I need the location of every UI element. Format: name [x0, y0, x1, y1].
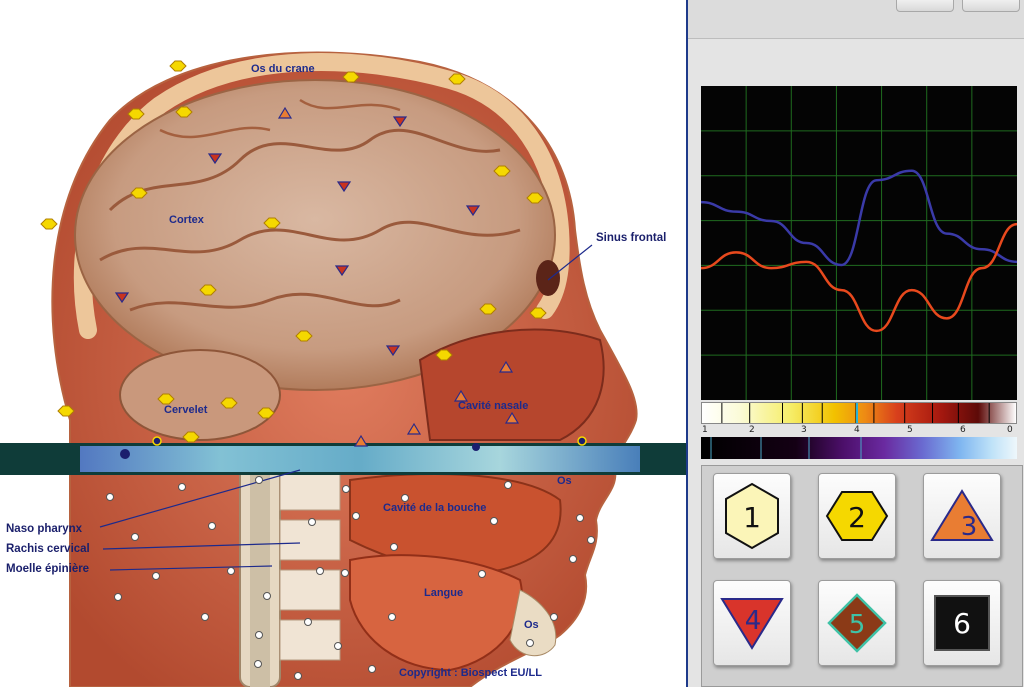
- analysis-panel: 1 2 3 4 5 6 0 1 2 3 4 5 6: [688, 0, 1024, 687]
- oscilloscope: [701, 86, 1017, 400]
- symbol-button-1-label: 1: [743, 501, 761, 534]
- label-langue: Langue: [424, 587, 464, 599]
- label-sinus-frontal: Sinus frontal: [596, 232, 667, 244]
- scale-tick: 5: [907, 425, 913, 435]
- scale-tick: 0: [1007, 425, 1013, 435]
- signal-trace-1: [701, 169, 1017, 267]
- scale-tick: 6: [960, 425, 966, 435]
- label-cortex: Cortex: [169, 214, 204, 226]
- symbol-button-3-label: 3: [961, 512, 978, 542]
- scale-tick: 3: [801, 425, 807, 435]
- symbol-button-2[interactable]: 2: [818, 473, 896, 559]
- symbol-button-2-label: 2: [848, 501, 866, 534]
- label-os-upper: Os: [557, 475, 572, 487]
- frequency-spectrum-bar: [701, 402, 1017, 424]
- symbol-button-6[interactable]: 6: [923, 580, 1001, 666]
- symbol-button-4-label: 4: [745, 606, 762, 636]
- label-os-du-crane: Os du crane: [251, 63, 315, 75]
- label-cervelet: Cervelet: [164, 404, 208, 416]
- label-naso-pharynx: Naso pharynx: [6, 523, 83, 535]
- symbol-button-panel: 1 2 3 4 5 6: [701, 465, 1023, 687]
- symbol-button-1[interactable]: 1: [713, 473, 791, 559]
- hexagon-pale-icon: 1: [725, 482, 779, 550]
- label-cavite-bouche: Cavité de la bouche: [383, 502, 487, 514]
- label-os-lower: Os: [524, 619, 539, 631]
- anatomy-view: Os du crane Cortex Sinus frontal Cervele…: [0, 0, 688, 687]
- symbol-button-3[interactable]: 3: [923, 473, 1001, 559]
- top-toolbar: [688, 0, 1024, 39]
- head-illustration: [0, 51, 686, 687]
- symbol-button-5-label: 5: [849, 610, 866, 640]
- scale-tick: 2: [749, 425, 755, 435]
- hexagon-yellow-icon: 2: [825, 491, 889, 541]
- symbol-button-4[interactable]: 4: [713, 580, 791, 666]
- scale-tick: 1: [702, 425, 708, 435]
- color-spectrum-bar: [701, 437, 1017, 459]
- toolbar-button-right[interactable]: [962, 0, 1020, 12]
- toolbar-button-left[interactable]: [896, 0, 954, 12]
- triangle-down-red-icon: 4: [720, 598, 784, 650]
- label-rachis-cervical: Rachis cervical: [6, 543, 90, 555]
- triangle-up-orange-icon: 3: [930, 489, 994, 542]
- scale-tick: 4: [854, 425, 860, 435]
- label-moelle-epiniere: Moelle épinière: [6, 563, 90, 575]
- signal-trace-2: [701, 222, 1017, 333]
- label-cavite-nasale: Cavité nasale: [458, 400, 529, 412]
- square-black-icon: 6: [934, 595, 990, 651]
- diamond-brown-icon: 5: [827, 593, 887, 653]
- spectrum-scale: 1 2 3 4 5 6 0: [701, 424, 1017, 436]
- symbol-button-5[interactable]: 5: [818, 580, 896, 666]
- copyright-text: Copyright : Biospect EU/LL: [399, 667, 542, 679]
- symbol-button-6-label: 6: [953, 607, 971, 640]
